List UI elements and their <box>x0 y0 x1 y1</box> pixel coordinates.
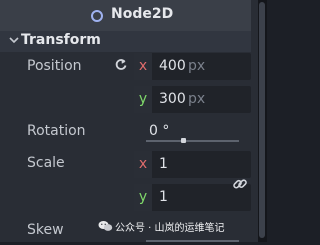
transform-section-header[interactable]: Transform <box>0 31 251 52</box>
rotation-track <box>146 140 239 142</box>
position-label: Position <box>27 58 82 74</box>
chevron-down-icon <box>9 37 19 44</box>
skew-label: Skew <box>27 222 64 238</box>
scale-label: Scale <box>27 155 65 171</box>
y-axis-label: y <box>134 86 152 113</box>
scale-y-value: 1 <box>159 189 168 205</box>
node2d-icon <box>91 10 103 22</box>
position-y-value: 300 <box>159 91 186 107</box>
inspector-header: Node2D <box>0 0 251 31</box>
rotation-label: Rotation <box>27 123 86 139</box>
scrollbar-thumb[interactable] <box>259 2 265 238</box>
x-axis-label: x <box>134 151 152 178</box>
rotation-slider[interactable]: 0 ° <box>134 118 251 145</box>
inspector-scrollbar[interactable] <box>258 0 267 242</box>
y-axis-label: y <box>134 184 152 211</box>
position-y-unit: px <box>188 91 206 107</box>
position-x-unit: px <box>188 58 206 74</box>
position-y-field[interactable]: y 300 px <box>134 86 251 113</box>
section-label: Transform <box>21 32 101 48</box>
scale-x-value: 1 <box>159 156 168 172</box>
link-chain-icon[interactable] <box>232 176 248 192</box>
rotation-grabber[interactable] <box>181 138 186 143</box>
inspector-panel: Node2D Transform Position x 400 px y 300… <box>0 0 258 242</box>
wechat-logo-icon <box>98 221 113 231</box>
watermark-text: 公众号 · 山岚的运维笔记 <box>115 223 225 234</box>
revert-icon[interactable] <box>114 57 128 71</box>
position-x-field[interactable]: x 400 px <box>134 53 251 80</box>
node-title: Node2D <box>111 6 174 22</box>
scale-x-field[interactable]: x 1 <box>134 151 251 178</box>
position-x-value: 400 <box>159 58 186 74</box>
x-axis-label: x <box>134 53 152 80</box>
